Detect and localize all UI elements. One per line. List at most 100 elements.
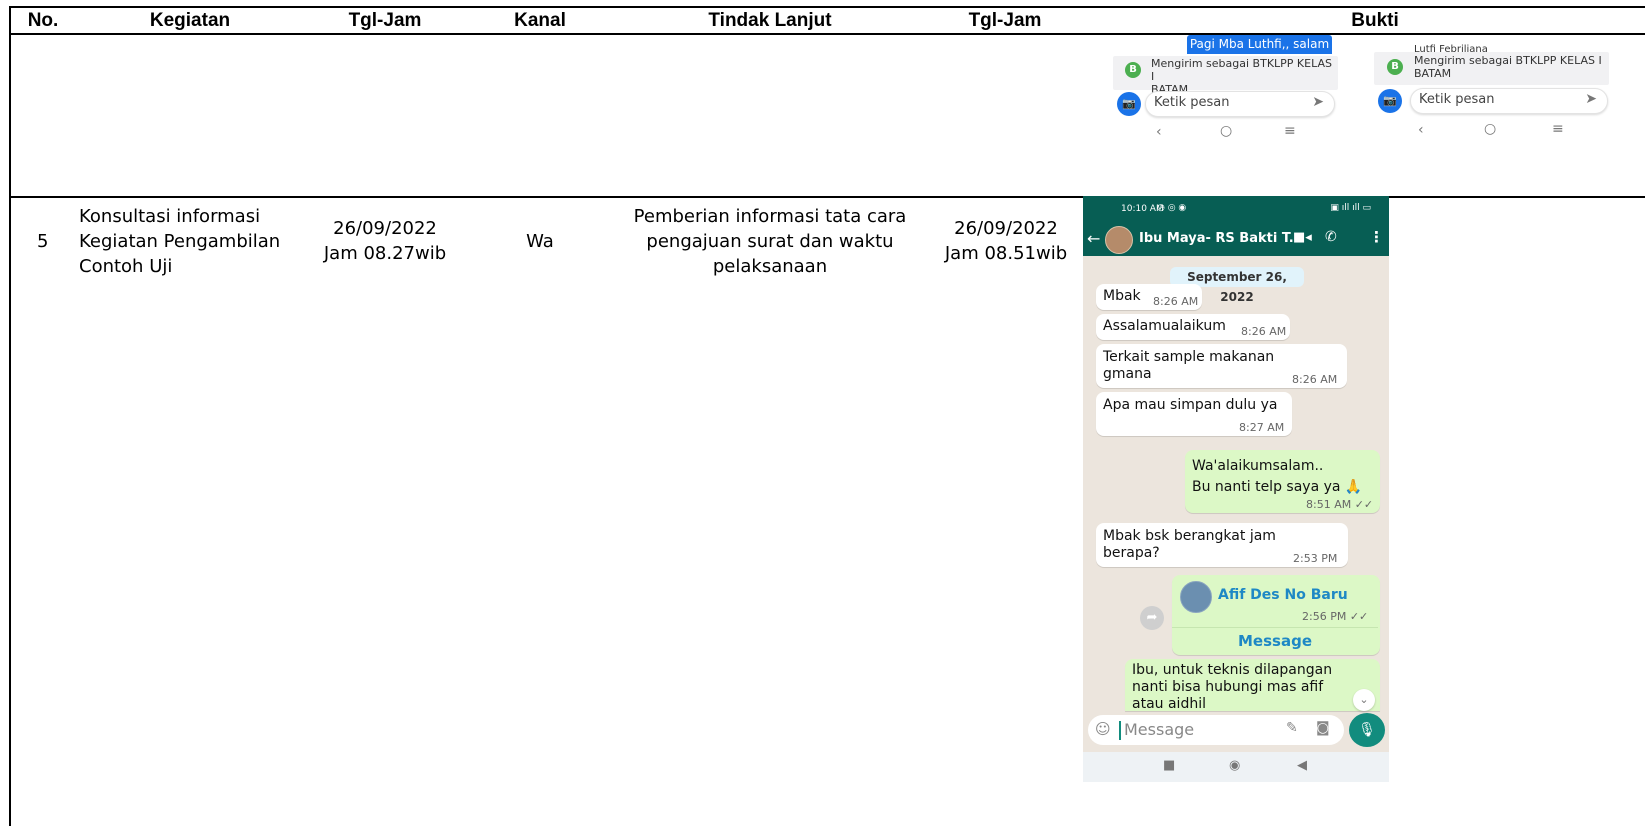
message-text: Mbak	[1103, 288, 1141, 304]
forward-icon[interactable]: ➦	[1140, 606, 1164, 630]
chat-contact-name[interactable]: Ibu Maya- RS Bakti T...	[1139, 231, 1304, 246]
send-icon[interactable]: ➤	[1312, 94, 1324, 110]
tgl-jam-2-line: 26/09/2022	[954, 218, 1058, 239]
sender-avatar-badge: B	[1387, 59, 1403, 75]
header-tindak-lanjut: Tindak Lanjut	[708, 10, 832, 31]
message-time: 8:26 AM	[1241, 325, 1287, 338]
chat-message-in: Mbak bsk berangkat jam berapa? 2:53 PM	[1096, 523, 1348, 567]
messages-snippet-right: Lutfi Febriliana B Mengirim sebagai BTKL…	[1374, 40, 1609, 140]
sender-info-text: Mengirim sebagai BTKLPP KELAS I BATAM	[1414, 54, 1602, 80]
nav-home-icon[interactable]: ◉	[1229, 758, 1240, 773]
contact-avatar[interactable]	[1105, 226, 1133, 254]
message-text: atau aidhil	[1132, 696, 1206, 712]
table-left-border	[9, 6, 11, 826]
message-input[interactable]: ☺ Message ✎ ◙	[1088, 715, 1344, 745]
messages-snippet-left: B Mengirim sebagai BTKLPP KELAS I BATAM …	[1113, 36, 1338, 140]
mic-icon[interactable]: 🎙	[1349, 713, 1385, 747]
compose-placeholder: Ketik pesan	[1154, 95, 1230, 110]
contact-card-name: Afif Des No Baru	[1218, 587, 1348, 603]
chat-message-in: Mbak 8:26 AM	[1096, 284, 1202, 310]
tgl-jam-2-line: Jam 08.51wib	[944, 243, 1068, 264]
chat-message-in: Terkait sample makanan gmana 8:26 AM	[1096, 344, 1347, 388]
message-text: Mbak bsk berangkat jam	[1103, 528, 1276, 544]
kegiatan-cell: Konsultasi informasi Kegiatan Pengambila…	[79, 204, 280, 279]
message-text: Ibu, untuk teknis dilapangan	[1132, 662, 1333, 678]
kegiatan-line: Kegiatan Pengambilan	[79, 231, 281, 252]
contact-card-message-button[interactable]: Message	[1172, 633, 1378, 650]
message-time: 8:26 AM	[1153, 295, 1199, 308]
text-cursor	[1119, 721, 1121, 740]
phone-call-icon[interactable]: ✆	[1325, 229, 1337, 245]
nav-menu-icon[interactable]: ≡	[1552, 121, 1564, 137]
kanal-cell: Wa	[526, 231, 554, 252]
kegiatan-line: Konsultasi informasi	[79, 206, 261, 227]
emoji-icon[interactable]: ☺	[1095, 720, 1111, 738]
nav-menu-icon[interactable]: ≡	[1284, 123, 1296, 139]
tindak-lanjut-line: Pemberian informasi tata cara	[633, 206, 907, 227]
scroll-down-icon[interactable]: ⌄	[1353, 689, 1375, 711]
chat-message-out: Wa'alaikumsalam.. Bu nanti telp saya ya …	[1185, 450, 1380, 513]
message-time: 2:56 PM ✓✓	[1302, 610, 1369, 623]
back-arrow-icon[interactable]: ←	[1087, 229, 1100, 248]
sender-info-line: Mengirim sebagai BTKLPP KELAS I	[1414, 54, 1602, 67]
sender-info-line: Mengirim sebagai BTKLPP KELAS I	[1151, 57, 1332, 83]
message-text: Terkait sample makanan	[1103, 349, 1275, 365]
chat-message-out: Ibu, untuk teknis dilapangan nanti bisa …	[1125, 659, 1380, 712]
message-time: 8:51 AM ✓✓	[1306, 498, 1374, 511]
header-tgl-jam: Tgl-Jam	[348, 10, 422, 31]
tgl-jam-line: Jam 08.27wib	[323, 243, 447, 264]
nav-home-icon[interactable]: ○	[1484, 121, 1496, 137]
message-text: berapa?	[1103, 545, 1160, 561]
message-time: 8:26 AM	[1292, 373, 1338, 386]
tgl-jam-2-cell: 26/09/2022 Jam 08.51wib	[928, 216, 1084, 266]
more-options-icon[interactable]: ⋮	[1369, 228, 1384, 246]
camera-icon[interactable]: 📷	[1378, 89, 1402, 113]
send-icon[interactable]: ➤	[1585, 91, 1597, 107]
sender-avatar-badge: B	[1125, 62, 1141, 78]
camera-icon[interactable]: ◙	[1316, 720, 1330, 736]
tgl-jam-line: 26/09/2022	[333, 218, 437, 239]
tindak-lanjut-cell: Pemberian informasi tata cara pengajuan …	[620, 204, 920, 279]
message-text: Wa'alaikumsalam..	[1192, 458, 1324, 474]
nav-back-icon[interactable]: ‹	[1156, 124, 1162, 140]
message-text: nanti bisa hubungi mas afif	[1132, 679, 1324, 695]
whatsapp-screenshot: 10:10 AM ◷ ◎ ◉ ▣ ıll ıll ▭ ← Ibu Maya- R…	[1083, 196, 1389, 782]
chat-header: ← Ibu Maya- RS Bakti T... ■◂ ✆ ⋮	[1083, 222, 1389, 256]
tindak-lanjut-line: pengajuan surat dan waktu	[646, 231, 894, 252]
table-header-border	[10, 33, 1645, 35]
compose-placeholder: Ketik pesan	[1419, 92, 1495, 107]
chat-message-in: Assalamualaikum 8:26 AM	[1096, 314, 1290, 340]
header-bukti: Bukti	[1351, 10, 1399, 31]
video-call-icon[interactable]: ■◂	[1293, 230, 1312, 245]
compose-field[interactable]: Ketik pesan ➤	[1410, 88, 1608, 114]
nav-home-icon[interactable]: ○	[1220, 123, 1232, 139]
table-row-border	[10, 196, 1645, 198]
header-no: No.	[27, 10, 59, 31]
nav-back-icon[interactable]: ◀	[1297, 758, 1307, 773]
compose-field[interactable]: Ketik pesan ➤	[1145, 91, 1335, 117]
contact-card-avatar	[1180, 581, 1212, 613]
contact-card-divider	[1172, 627, 1378, 628]
message-text: Bu nanti telp saya ya 🙏	[1192, 479, 1363, 495]
message-time: 8:27 AM	[1239, 421, 1285, 434]
row-number: 5	[37, 231, 49, 252]
signal-battery-icons: ▣ ıll ıll ▭	[1330, 203, 1371, 213]
notification-icons: ◷ ◎ ◉	[1157, 203, 1187, 213]
table-top-border	[10, 6, 1645, 8]
header-kanal: Kanal	[514, 10, 566, 31]
nav-recents-icon[interactable]: ■	[1163, 758, 1175, 773]
message-text: Apa mau simpan dulu ya	[1103, 397, 1278, 413]
nav-back-icon[interactable]: ‹	[1418, 122, 1424, 138]
contact-card-message[interactable]: Afif Des No Baru 2:56 PM ✓✓ Message	[1172, 575, 1380, 655]
message-placeholder: Message	[1124, 720, 1195, 739]
message-text: Assalamualaikum	[1103, 318, 1226, 334]
status-bar: 10:10 AM ◷ ◎ ◉ ▣ ıll ıll ▭	[1083, 196, 1389, 222]
header-tgl-jam-2: Tgl-Jam	[968, 10, 1042, 31]
android-nav-bar: ■ ◉ ◀	[1083, 752, 1389, 782]
chat-message-in: Apa mau simpan dulu ya 8:27 AM	[1096, 392, 1292, 436]
kegiatan-line: Contoh Uji	[79, 256, 173, 277]
tindak-lanjut-line: pelaksanaan	[712, 256, 828, 277]
camera-icon[interactable]: 📷	[1117, 92, 1141, 116]
attach-icon[interactable]: ✎	[1286, 720, 1298, 736]
tgl-jam-cell: 26/09/2022 Jam 08.27wib	[305, 216, 465, 266]
